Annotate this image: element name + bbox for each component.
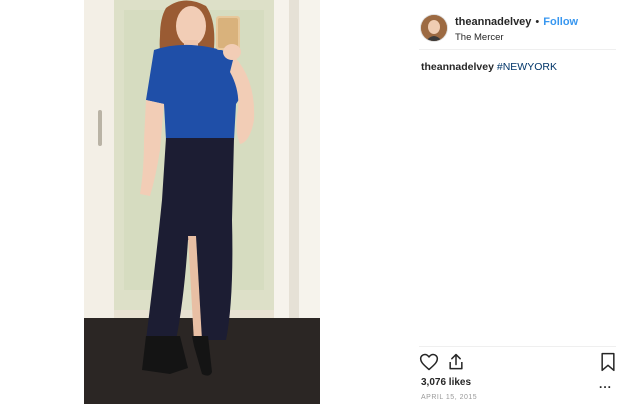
share-icon[interactable] [446,352,466,377]
username-link[interactable]: theannadelvey [455,16,531,28]
photo-illustration [84,0,320,404]
follow-button[interactable]: Follow [543,16,578,28]
post-header: theannadelvey • Follow The Mercer [421,12,578,43]
caption-username[interactable]: theannadelvey [421,61,494,73]
post-photo[interactable] [84,0,320,404]
header-divider [419,49,616,50]
action-bar [419,352,619,374]
like-count[interactable]: 3,076 likes [421,377,471,388]
post-date: APRIL 15, 2015 [421,394,478,401]
heart-icon[interactable] [419,352,439,377]
more-options-button[interactable]: ... [599,377,612,391]
header-text: theannadelvey • Follow The Mercer [455,12,578,43]
avatar[interactable] [421,14,447,41]
location-link[interactable]: The Mercer [455,32,578,43]
avatar-image [421,14,447,41]
separator-dot: • [535,16,540,28]
caption-hashtag[interactable]: #NEWYORK [497,61,557,73]
post-panel: theannadelvey • Follow The Mercer theannad… [320,0,630,404]
bookmark-icon[interactable] [599,352,617,377]
actions-divider [419,346,616,347]
post-caption: theannadelvey #NEWYORK [421,61,557,73]
